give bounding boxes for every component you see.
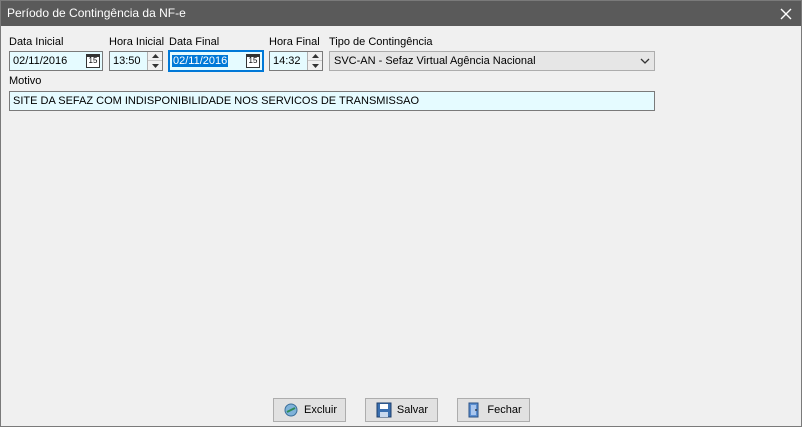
delete-icon [284,403,298,417]
calendar-icon[interactable]: 15 [86,54,100,68]
data-inicial-value: 02/11/2016 [13,55,68,67]
door-exit-icon [468,402,479,418]
hora-inicial-label: Hora Inicial [109,36,165,48]
window-title: Período de Contingência da NF-e [7,6,186,20]
data-final-field[interactable]: 02/11/2016 15 [168,50,264,72]
spin-up-icon[interactable] [308,52,322,61]
excluir-label: Excluir [303,404,337,416]
motivo-label: Motivo [9,75,42,87]
spin-up-icon[interactable] [148,52,162,61]
data-inicial-label: Data Inicial [9,36,64,48]
salvar-button[interactable]: Salvar [365,398,438,422]
close-button[interactable] [771,1,801,26]
tipo-contingencia-select[interactable]: SVC-AN - Sefaz Virtual Agência Nacional [329,51,655,71]
excluir-button[interactable]: Excluir [273,398,346,422]
calendar-icon-day: 15 [248,56,258,65]
motivo-field[interactable]: SITE DA SEFAZ COM INDISPONIBILIDADE NOS … [9,91,655,111]
title-bar[interactable]: Período de Contingência da NF-e [1,1,801,26]
data-final-label: Data Final [169,36,220,48]
data-inicial-field[interactable]: 02/11/2016 15 [9,51,103,71]
calendar-icon[interactable]: 15 [246,54,260,68]
spin-down-icon[interactable] [308,61,322,70]
tipo-contingencia-value: SVC-AN - Sefaz Virtual Agência Nacional [334,55,536,67]
chevron-down-icon [640,56,650,69]
floppy-disk-icon [376,402,392,418]
calendar-icon-day: 15 [88,56,98,65]
salvar-label: Salvar [396,404,429,416]
hora-inicial-field[interactable]: 13:50 [109,51,163,71]
fechar-button[interactable]: Fechar [457,398,530,422]
hora-final-value: 14:32 [273,55,301,67]
hora-inicial-value: 13:50 [113,55,141,67]
hora-final-spinner[interactable] [307,52,322,70]
motivo-value: SITE DA SEFAZ COM INDISPONIBILIDADE NOS … [13,95,420,107]
hora-final-label: Hora Final [269,36,320,48]
spin-down-icon[interactable] [148,61,162,70]
close-icon [780,8,792,19]
tipo-contingencia-label: Tipo de Contingência [329,36,433,48]
hora-final-field[interactable]: 14:32 [269,51,323,71]
hora-inicial-spinner[interactable] [147,52,162,70]
fechar-label: Fechar [487,404,522,416]
dialog-window: Período de Contingência da NF-e Data Ini… [0,0,802,427]
data-final-value: 02/11/2016 [172,55,229,67]
